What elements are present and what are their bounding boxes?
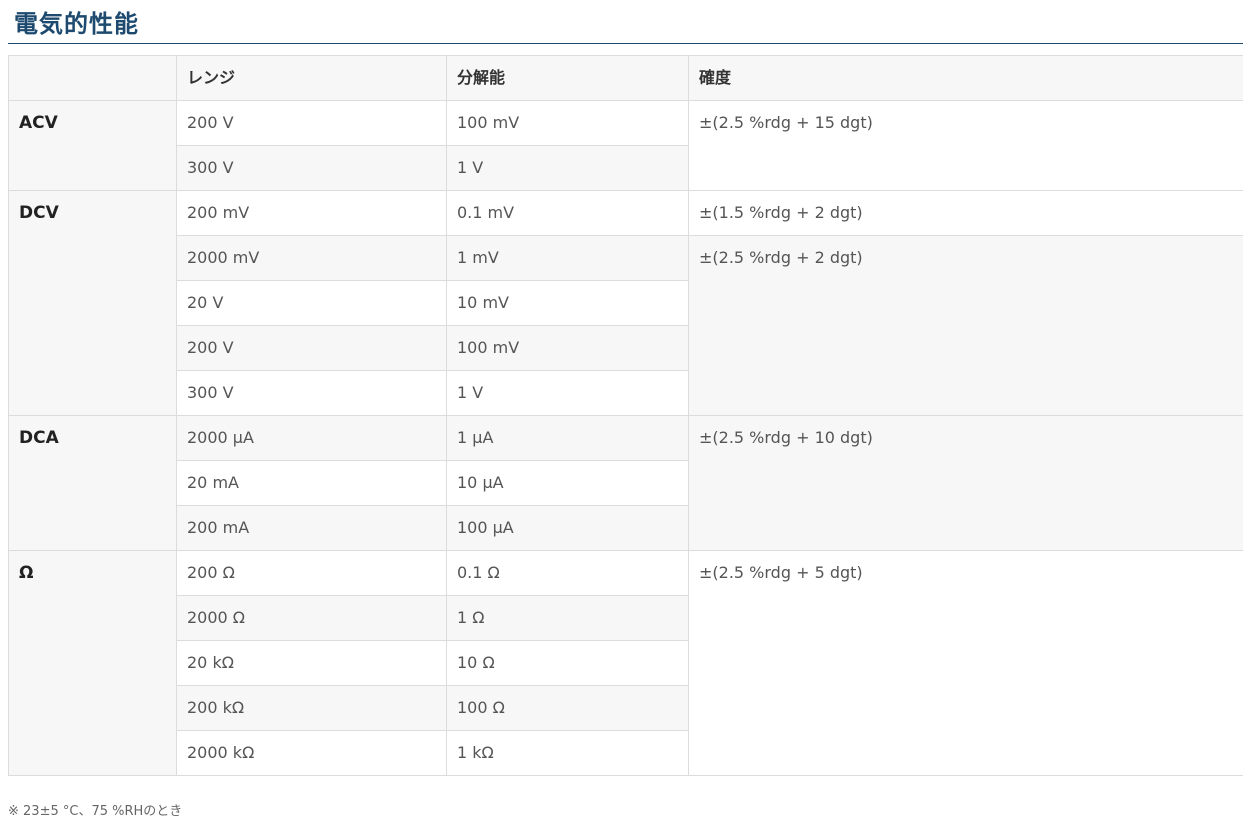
header-range: レンジ [176,55,447,101]
table-row: DCV 200 mV 0.1 mV ±(1.5 %rdg + 2 dgt) [8,190,1243,416]
footnote: ※ 23±5 °C、75 %RHのとき [8,804,183,819]
resolution-cell: 0.1 mV [446,190,689,236]
range-cell: 200 V [176,325,447,371]
header-accuracy: 確度 [688,55,1243,101]
electrical-performance-table: レンジ 分解能 確度 ACV 200 V 100 mV ±(2.5 %rdg +… [8,55,1243,776]
resolution-cell: 10 mV [446,280,689,326]
resolution-cell: 100 mV [446,100,689,146]
resolution-cell: 1 V [446,145,689,191]
range-cell: 300 V [176,145,447,191]
header-resolution: 分解能 [446,55,689,101]
range-cell: 200 mA [176,505,447,551]
range-cell: 20 mA [176,460,447,506]
table-row: Ω 200 Ω 0.1 Ω ±(2.5 %rdg + 5 dgt) [8,550,1243,776]
table-row: 2000 mV 1 mV ±(2.5 %rdg + 2 dgt) [9,235,1243,416]
table-row: ACV 200 V 100 mV ±(2.5 %rdg + 15 dgt) [8,100,1243,191]
range-cell: 20 V [176,280,447,326]
title-divider [8,43,1243,44]
range-cell: 200 kΩ [176,685,447,731]
resolution-cell: 10 Ω [446,640,689,686]
group-label-ohm: Ω [8,550,177,776]
group-label-dca: DCA [8,415,177,551]
resolution-cell: 1 Ω [446,595,689,641]
range-cell: 2000 kΩ [176,730,447,776]
accuracy-cell: ±(2.5 %rdg + 5 dgt) [688,550,1243,776]
resolution-cell: 1 μA [446,415,689,461]
range-cell: 20 kΩ [176,640,447,686]
resolution-cell: 1 kΩ [446,730,689,776]
range-cell: 200 Ω [176,550,447,596]
range-cell: 2000 Ω [176,595,447,641]
accuracy-cell: ±(1.5 %rdg + 2 dgt) [688,190,1243,236]
range-cell: 200 V [176,100,447,146]
accuracy-cell: ±(2.5 %rdg + 2 dgt) [688,235,1243,416]
resolution-cell: 1 V [446,370,689,416]
page-title: 電気的性能 [14,10,139,38]
group-label-dcv: DCV [8,190,177,416]
range-cell: 2000 mV [176,235,447,281]
resolution-cell: 10 μA [446,460,689,506]
group-label-acv: ACV [8,100,177,191]
table-row: DCA 2000 μA 1 μA ±(2.5 %rdg + 10 dgt) [8,415,1243,551]
accuracy-cell: ±(2.5 %rdg + 15 dgt) [688,100,1243,191]
range-cell: 2000 μA [176,415,447,461]
resolution-cell: 100 mV [446,325,689,371]
resolution-cell: 100 Ω [446,685,689,731]
table-header-row: レンジ 分解能 確度 [8,55,1243,101]
accuracy-cell: ±(2.5 %rdg + 10 dgt) [688,415,1243,551]
header-category [8,55,177,101]
resolution-cell: 100 μA [446,505,689,551]
range-cell: 300 V [176,370,447,416]
resolution-cell: 1 mV [446,235,689,281]
resolution-cell: 0.1 Ω [446,550,689,596]
range-cell: 200 mV [176,190,447,236]
